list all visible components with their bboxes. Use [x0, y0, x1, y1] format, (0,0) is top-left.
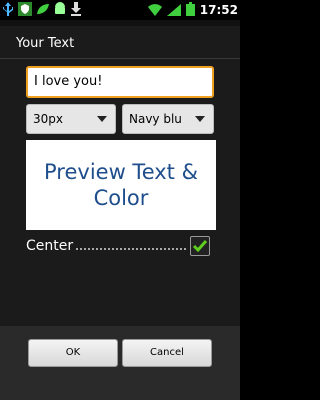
- button-bar: OK Cancel: [0, 326, 240, 400]
- shield-icon: [18, 1, 32, 20]
- ok-button[interactable]: OK: [28, 339, 118, 367]
- size-dropdown[interactable]: 30px: [26, 104, 116, 134]
- text-input[interactable]: I love you!: [26, 66, 214, 98]
- download-icon: [70, 1, 82, 20]
- center-checkbox[interactable]: [190, 236, 210, 256]
- android-icon: [54, 1, 66, 20]
- checkmark-icon: [192, 240, 208, 253]
- leaf-icon: [36, 1, 50, 20]
- signal-icon: [166, 1, 181, 20]
- chevron-down-icon: [195, 116, 205, 122]
- color-dropdown-value: Navy blu: [129, 112, 182, 126]
- chevron-down-icon: [97, 116, 107, 122]
- battery-icon: [185, 1, 195, 20]
- color-dropdown[interactable]: Navy blu: [122, 104, 214, 134]
- cancel-button[interactable]: Cancel: [122, 339, 212, 367]
- status-time: 17:52: [199, 3, 238, 17]
- size-dropdown-value: 30px: [33, 112, 63, 126]
- title-divider: [0, 58, 240, 59]
- status-bar: 17:52: [0, 0, 240, 20]
- preview-text: Preview Text & Color: [44, 160, 198, 210]
- wifi-icon: [147, 1, 162, 20]
- dotted-leader: [76, 248, 186, 250]
- preview-box: Preview Text & Color: [26, 140, 216, 230]
- center-label: Center: [26, 238, 74, 254]
- usb-icon: [2, 1, 14, 20]
- dialog-title: Your Text: [16, 36, 75, 51]
- center-option-row[interactable]: Center: [26, 236, 214, 258]
- your-text-dialog: Your Text I love you! 30px Navy blu Prev…: [0, 26, 240, 400]
